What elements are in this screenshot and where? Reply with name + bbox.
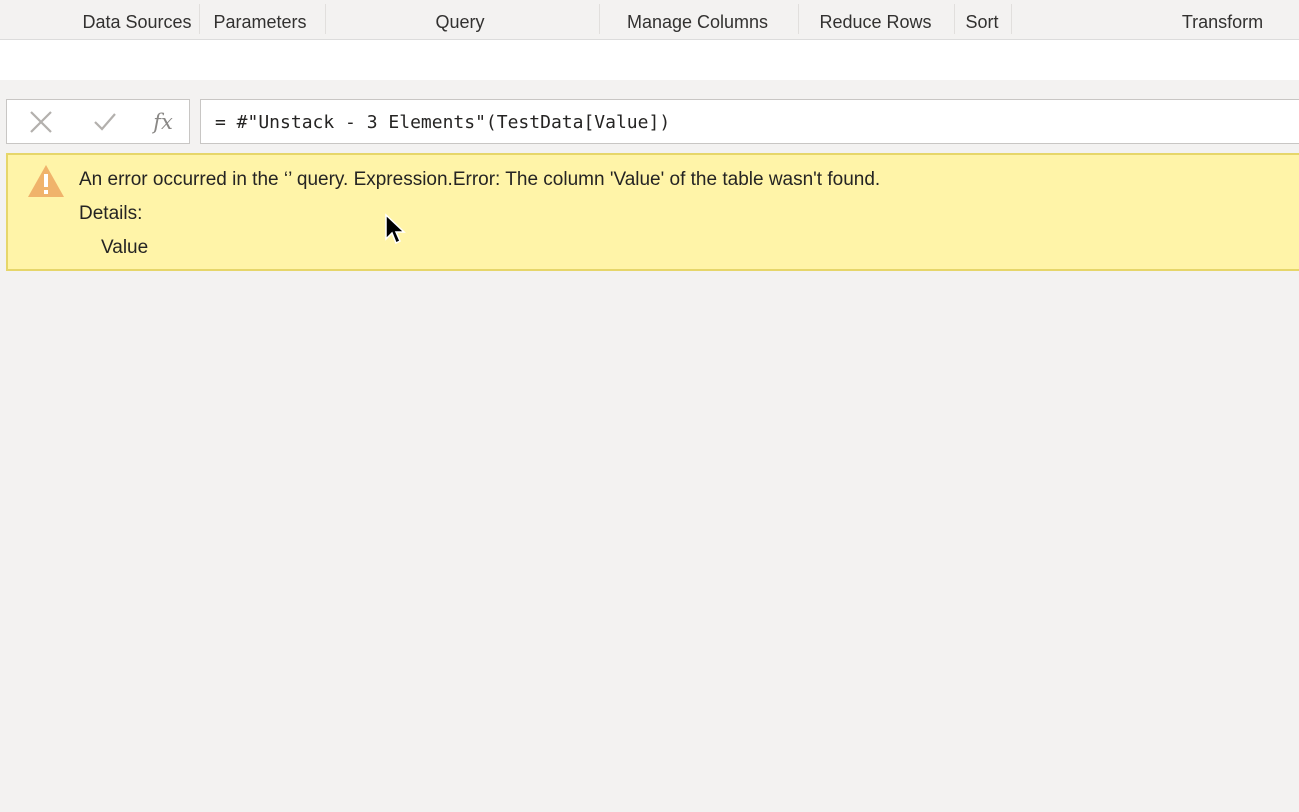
ribbon-group-reduce-rows: Reduce Rows: [819, 12, 932, 32]
ribbon-group-bar: Data Sources Parameters Query Manage Col…: [0, 0, 1299, 40]
cancel-button[interactable]: [23, 100, 59, 143]
mouse-cursor-icon: [385, 213, 406, 245]
formula-input[interactable]: = #"Unstack - 3 Elements"(TestData[Value…: [200, 99, 1299, 144]
ribbon-group-transform: Transform: [1181, 12, 1264, 32]
ribbon-separator: [954, 4, 955, 34]
ribbon-separator: [1011, 4, 1012, 34]
ribbon-group-sort: Sort: [965, 12, 999, 32]
ribbon-separator: [599, 4, 600, 34]
formula-text: = #"Unstack - 3 Elements"(TestData[Value…: [215, 112, 671, 133]
ribbon-group-data-sources: Data Sources: [82, 12, 192, 32]
fx-button[interactable]: fx: [145, 100, 181, 143]
formula-bar-buttons: fx: [6, 99, 190, 144]
error-details-value: Value: [101, 237, 149, 258]
check-icon: [94, 112, 116, 131]
error-details-label: Details:: [79, 203, 143, 224]
ribbon-group-query: Query: [435, 12, 485, 32]
ribbon-separator: [199, 4, 200, 34]
ribbon-group-manage-columns: Manage Columns: [626, 12, 769, 32]
commit-button[interactable]: [87, 100, 123, 143]
ribbon-spacer: [0, 40, 1299, 80]
warning-icon: [28, 165, 64, 197]
error-banner: An error occurred in the ‘’ query. Expre…: [6, 153, 1299, 271]
x-icon: [30, 110, 52, 133]
ribbon-separator: [798, 4, 799, 34]
error-message: An error occurred in the ‘’ query. Expre…: [79, 169, 881, 190]
ribbon-group-parameters: Parameters: [213, 12, 307, 32]
ribbon-separator: [325, 4, 326, 34]
